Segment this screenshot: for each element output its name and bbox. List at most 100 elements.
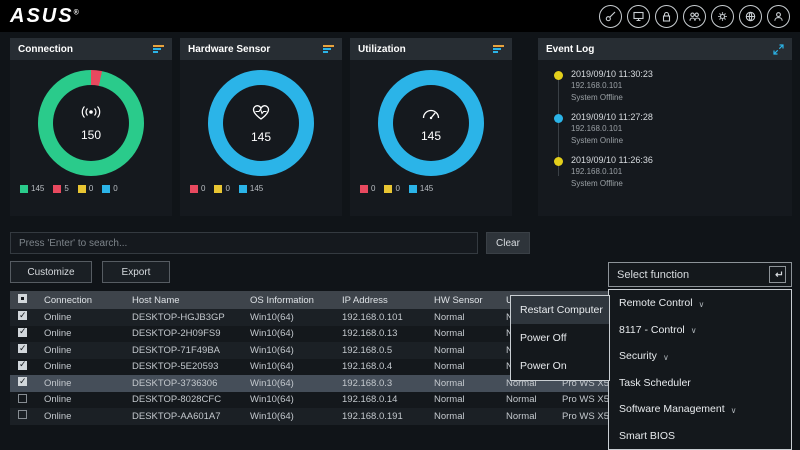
globe-icon[interactable]: [739, 5, 762, 28]
event-log-header: Event Log: [538, 38, 792, 60]
cell-os-information: Win10(64): [244, 361, 336, 372]
panel-title: Connection: [18, 44, 73, 55]
function-menu-item[interactable]: Security: [609, 343, 791, 370]
cell-utilization: Normal: [500, 411, 556, 422]
event-ip: 192.168.0.101: [571, 123, 792, 135]
connection-legend: 145 5 0 0: [10, 184, 172, 193]
legend-swatch: [360, 185, 368, 193]
expand-icon[interactable]: [773, 44, 784, 55]
context-menu: Restart Computer Power Off Power On: [510, 295, 610, 381]
cell-utilization: Normal: [500, 394, 556, 405]
hardware-sensor-panel: Hardware Sensor 145 0 0: [180, 38, 342, 216]
row-checkbox[interactable]: [18, 394, 27, 403]
cell-ip-address: 192.168.0.5: [336, 345, 428, 356]
asus-control-center: ASUS®: [0, 0, 800, 450]
cell-os-information: Win10(64): [244, 312, 336, 323]
legend-swatch: [20, 185, 28, 193]
legend-swatch: [102, 185, 110, 193]
legend-item: 0: [102, 184, 117, 193]
cell-host-name: DESKTOP-5E20593: [126, 361, 244, 372]
cell-host-name: DESKTOP-3736306: [126, 378, 244, 389]
gear-icon[interactable]: [711, 5, 734, 28]
function-menu-item[interactable]: Software Management: [609, 396, 791, 423]
legend-item: 0: [384, 184, 399, 193]
chevron-down-icon: [731, 406, 737, 415]
connection-total: 150: [81, 128, 101, 142]
cell-ip-address: 192.168.0.4: [336, 361, 428, 372]
gauge-icon: [420, 104, 442, 125]
function-menu-item-label: Smart BIOS: [619, 430, 675, 442]
utilization-panel-header: Utilization: [350, 38, 512, 60]
context-menu-item[interactable]: Restart Computer: [511, 296, 609, 324]
event-log-list: 2019/09/10 11:30:23 192.168.0.101 System…: [554, 69, 792, 190]
cell-ip-address: 192.168.0.13: [336, 328, 428, 339]
legend-value: 0: [89, 184, 93, 193]
user-icon[interactable]: [767, 5, 790, 28]
legend-swatch: [190, 185, 198, 193]
event-log-entry: 2019/09/10 11:26:36 192.168.0.101 System…: [554, 155, 792, 189]
row-checkbox[interactable]: [18, 410, 27, 419]
select-function-dropdown[interactable]: Select function: [608, 262, 792, 287]
row-checkbox[interactable]: [18, 361, 27, 370]
legend-item: 145: [409, 184, 433, 193]
wrench-icon[interactable]: [599, 5, 622, 28]
chevron-down-icon: [699, 300, 705, 309]
customize-button[interactable]: Customize: [10, 261, 92, 283]
cell-host-name: DESKTOP-HGJB3GP: [126, 312, 244, 323]
row-checkbox[interactable]: [18, 311, 27, 320]
row-checkbox[interactable]: [18, 377, 27, 386]
display-icon[interactable]: [627, 5, 650, 28]
heart-pulse-icon: [250, 102, 272, 126]
event-status-dot: [554, 157, 563, 166]
event-status-dot: [554, 71, 563, 80]
row-checkbox[interactable]: [18, 344, 27, 353]
function-menu-item[interactable]: 8117 - Control: [609, 317, 791, 344]
cell-hw-sensor: Normal: [428, 411, 500, 422]
export-button[interactable]: Export: [102, 261, 170, 283]
lock-icon[interactable]: [655, 5, 678, 28]
event-status: System Offline: [571, 178, 792, 190]
bar-chart-icon[interactable]: [323, 45, 334, 53]
header-ip-address[interactable]: IP Address: [336, 295, 428, 306]
context-menu-item[interactable]: Power Off: [511, 324, 609, 352]
function-menu-item-label: 8117 - Control: [619, 324, 685, 336]
legend-value: 0: [225, 184, 229, 193]
legend-swatch: [53, 185, 61, 193]
event-status: System Online: [571, 135, 792, 147]
row-checkbox-cell: [10, 344, 38, 356]
hardware-total: 145: [251, 130, 271, 144]
legend-value: 145: [250, 184, 263, 193]
row-checkbox[interactable]: [18, 328, 27, 337]
header-os-information[interactable]: OS Information: [244, 295, 336, 306]
cell-ip-address: 192.168.0.101: [336, 312, 428, 323]
connection-donut-chart: 150: [38, 70, 144, 176]
cell-connection: Online: [38, 345, 126, 356]
legend-item: 0: [190, 184, 205, 193]
function-menu-item[interactable]: Task Scheduler: [609, 370, 791, 397]
group-icon[interactable]: [683, 5, 706, 28]
event-time: 2019/09/10 11:27:28: [571, 112, 792, 122]
function-menu-item[interactable]: Remote Control: [609, 290, 791, 317]
select-all-checkbox[interactable]: [18, 294, 27, 303]
cell-hw-sensor: Normal: [428, 328, 500, 339]
legend-value: 0: [395, 184, 399, 193]
cell-hw-sensor: Normal: [428, 312, 500, 323]
function-menu-item[interactable]: Smart BIOS: [609, 423, 791, 450]
bar-chart-icon[interactable]: [493, 45, 504, 53]
cell-os-information: Win10(64): [244, 328, 336, 339]
cell-ip-address: 192.168.0.191: [336, 411, 428, 422]
event-log-entry: 2019/09/10 11:30:23 192.168.0.101 System…: [554, 69, 792, 103]
broadcast-icon: [78, 105, 104, 124]
header-hw-sensor[interactable]: HW Sensor: [428, 295, 500, 306]
header-host-name[interactable]: Host Name: [126, 295, 244, 306]
search-input[interactable]: [10, 232, 478, 254]
context-menu-item[interactable]: Power On: [511, 352, 609, 380]
chevron-down-icon: [663, 353, 669, 362]
clear-button[interactable]: Clear: [486, 232, 530, 254]
row-checkbox-cell: [10, 377, 38, 389]
cell-hw-sensor: Normal: [428, 361, 500, 372]
event-log-panel: Event Log 2019/09/10 11:30:23 192.168.0.…: [538, 38, 792, 216]
bar-chart-icon[interactable]: [153, 45, 164, 53]
panel-title: Hardware Sensor: [188, 44, 270, 55]
header-connection[interactable]: Connection: [38, 295, 126, 306]
